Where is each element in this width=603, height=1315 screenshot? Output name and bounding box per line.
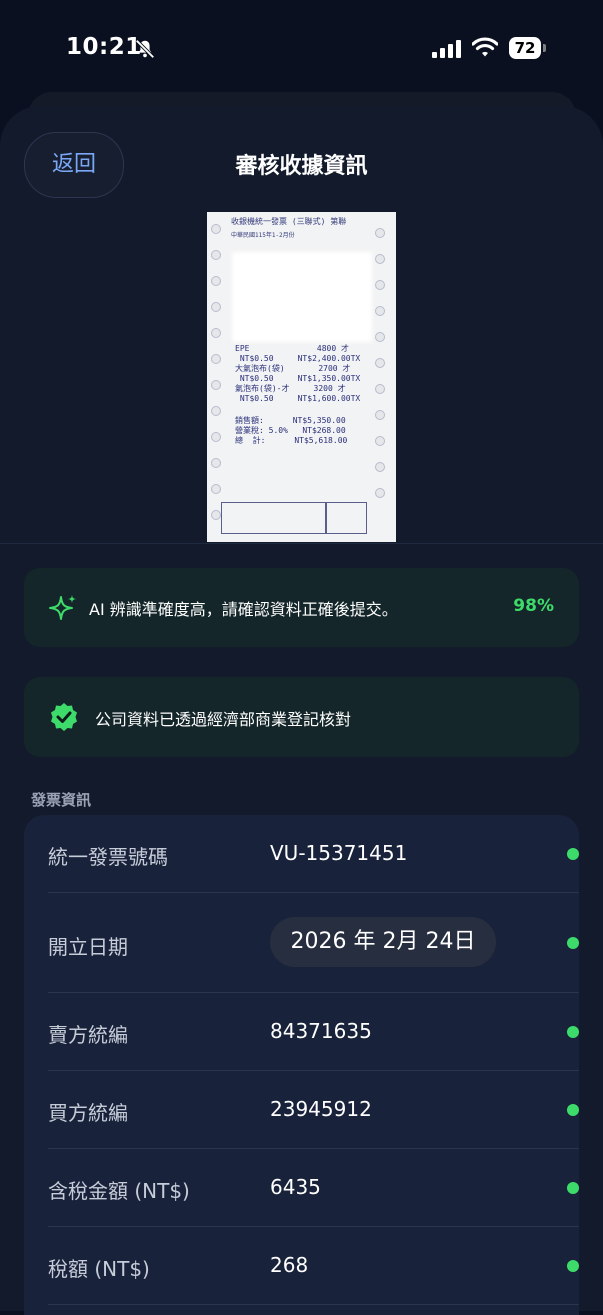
field-label: 統一發票號碼 (48, 845, 168, 869)
field-label: 買方統編 (48, 1101, 128, 1125)
receipt-line: 營業稅: 5.0% NT$268.00 (235, 426, 346, 435)
receipt-line: 總 計: NT$5,618.00 (235, 436, 348, 445)
receipt-redacted-area (232, 252, 372, 342)
sparkle-icon (49, 595, 76, 620)
status-dot (567, 1260, 579, 1272)
signal-icon (432, 40, 461, 58)
receipt-line: NT$0.50 NT$1,350.00TX (235, 374, 361, 383)
receipt-line: 氣泡布(袋)-才 3200 才 (235, 384, 346, 393)
status-time: 10:21 (66, 34, 142, 60)
receipt-subheading: 中華民國115年1-2月份 (231, 232, 295, 239)
buyer-id-value[interactable]: 23945912 (270, 1097, 372, 1121)
receipt-line: 銷售額: NT$5,350.00 (235, 416, 346, 425)
ai-confidence-percent: 98% (513, 596, 554, 616)
date-picker[interactable]: 2026 年 2月 24日 (270, 917, 496, 967)
status-dot (567, 848, 579, 860)
invoice-info-card: 統一發票號碼 VU-15371451 開立日期 2026 年 2月 24日 賣方… (24, 815, 579, 1315)
battery-level: 72 (509, 37, 541, 59)
status-dot (567, 937, 579, 949)
divider (0, 543, 603, 544)
ai-confidence-banner: AI 辨識準確度高，請確認資料正確後提交。 98% (24, 568, 579, 647)
receipt-image[interactable]: 收銀機統一發票 (三聯式) 第聯 中華民國115年1-2月份 EPE 4800 … (207, 212, 396, 542)
field-label: 含稅金額 (NT$) (48, 1179, 190, 1203)
field-buyer-id[interactable]: 買方統編 23945912 (48, 1071, 579, 1149)
status-bar: 10:21 72 (0, 0, 603, 100)
status-dot (567, 1026, 579, 1038)
field-tax-amount[interactable]: 稅額 (NT$) 268 (48, 1227, 579, 1305)
receipt-line: 大氣泡布(袋) 2700 才 (235, 364, 351, 373)
receipt-stamp-box (221, 502, 327, 534)
field-invoice-number[interactable]: 統一發票號碼 VU-15371451 (48, 815, 579, 893)
receipt-perforation-right (375, 212, 387, 542)
wifi-icon (472, 37, 498, 57)
field-total-amount[interactable]: 含稅金額 (NT$) 6435 (48, 1149, 579, 1227)
status-dot (567, 1182, 579, 1194)
bell-slash-icon (135, 39, 155, 59)
receipt-line: EPE 4800 才 (235, 344, 349, 353)
status-dot (567, 1104, 579, 1116)
field-label: 賣方統編 (48, 1023, 128, 1047)
invoice-number-value[interactable]: VU-15371451 (270, 841, 407, 865)
receipt-line: NT$0.50 NT$2,400.00TX (235, 354, 361, 363)
field-label: 稅額 (NT$) (48, 1257, 150, 1281)
field-seller-id[interactable]: 賣方統編 84371635 (48, 993, 579, 1071)
receipt-stamp-box (325, 502, 367, 534)
total-amount-value[interactable]: 6435 (270, 1175, 321, 1199)
seller-id-value[interactable]: 84371635 (270, 1019, 372, 1043)
receipt-heading: 收銀機統一發票 (三聯式) 第聯 (231, 217, 347, 226)
tax-amount-value[interactable]: 268 (270, 1253, 308, 1277)
receipt-perforation-left (211, 212, 221, 542)
verified-badge-icon (51, 703, 77, 731)
receipt-line: NT$0.50 NT$1,600.00TX (235, 394, 361, 403)
company-verified-banner: 公司資料已透過經濟部商業登記核對 (24, 677, 579, 757)
ai-confidence-text: AI 辨識準確度高，請確認資料正確後提交。 (89, 600, 398, 619)
page-title: 審核收據資訊 (235, 154, 368, 179)
field-issue-date: 開立日期 2026 年 2月 24日 (48, 893, 579, 993)
field-label: 開立日期 (48, 935, 128, 959)
section-title-invoice: 發票資訊 (31, 791, 92, 809)
company-verified-text: 公司資料已透過經濟部商業登記核對 (95, 710, 352, 729)
battery-icon: 72 (509, 37, 547, 59)
